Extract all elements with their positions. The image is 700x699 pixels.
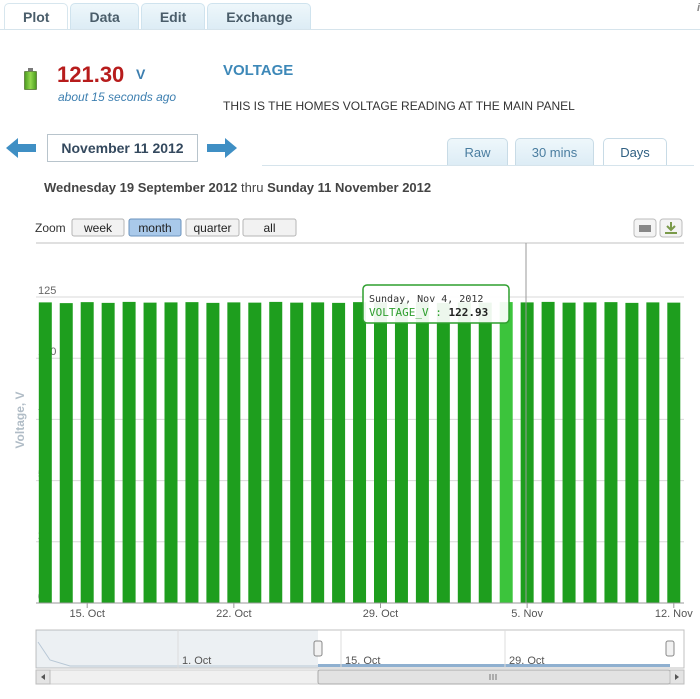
tab-bar: Plot Data Edit Exchange <box>4 3 313 30</box>
battery-icon <box>24 68 37 90</box>
data-bar[interactable] <box>332 302 346 603</box>
last-updated: about 15 seconds ago <box>58 90 177 104</box>
navigator-tick-label: 29. Oct <box>509 655 544 667</box>
arrow-left-icon[interactable] <box>6 138 36 158</box>
tab-plot[interactable]: Plot <box>4 3 69 30</box>
data-bar[interactable] <box>353 302 367 603</box>
range-start: Wednesday 19 September 2012 <box>44 180 238 195</box>
arrow-right-icon[interactable] <box>207 138 237 158</box>
x-tick-label: 5. Nov <box>511 608 543 620</box>
zoom-month-label: month <box>138 221 171 235</box>
data-bar[interactable] <box>562 302 576 603</box>
zoom-week-label: week <box>83 221 113 235</box>
view-30mins-button[interactable]: 30 mins <box>515 138 594 166</box>
data-bar[interactable] <box>646 302 660 603</box>
tooltip-value-line: VOLTAGE_V : 122.93 <box>369 306 488 319</box>
current-reading: 121.30 <box>57 62 125 87</box>
view-divider <box>262 165 694 166</box>
feed-title: VOLTAGE <box>223 62 294 79</box>
data-bar[interactable] <box>80 302 94 603</box>
tab-exchange[interactable]: Exchange <box>207 3 312 30</box>
reading-unit: V <box>136 66 146 82</box>
x-tick-label: 29. Oct <box>363 608 398 620</box>
data-bar[interactable] <box>311 302 325 603</box>
data-bar[interactable] <box>457 302 471 603</box>
scrollbar-thumb[interactable] <box>317 669 671 685</box>
data-bar[interactable] <box>269 301 283 603</box>
data-bar[interactable] <box>541 301 555 603</box>
print-icon <box>639 225 651 232</box>
data-bar[interactable] <box>248 302 262 603</box>
data-bar[interactable] <box>101 302 115 603</box>
data-bar[interactable] <box>478 302 492 603</box>
data-bar[interactable] <box>206 302 220 603</box>
y-axis-title: Voltage, V <box>13 391 27 448</box>
tab-data[interactable]: Data <box>70 3 139 30</box>
data-bar[interactable] <box>499 302 513 603</box>
data-bar[interactable] <box>38 302 52 603</box>
x-tick-label: 12. Nov <box>655 608 693 620</box>
tab-edit[interactable]: Edit <box>140 3 206 30</box>
navigator-right-handle[interactable] <box>665 640 675 657</box>
navigator-tick-label: 1. Oct <box>182 655 211 667</box>
tooltip-date: Sunday, Nov 4, 2012 <box>369 294 483 305</box>
y-tick-label: 125 <box>38 285 56 297</box>
data-bar[interactable] <box>520 302 534 603</box>
data-bar[interactable] <box>185 302 199 603</box>
voltage-chart[interactable]: Zoomweekmonthquarterall0255075100125Volt… <box>0 210 700 699</box>
tab-divider <box>0 29 700 30</box>
x-tick-label: 15. Oct <box>69 608 104 620</box>
data-bar[interactable] <box>667 302 681 603</box>
navigator-left-handle[interactable] <box>313 640 323 657</box>
data-bar[interactable] <box>583 302 597 603</box>
data-bar[interactable] <box>394 302 408 603</box>
date-range: Wednesday 19 September 2012 thru Sunday … <box>44 180 431 195</box>
tooltip-series-name: VOLTAGE_V : <box>369 306 448 319</box>
data-bar[interactable] <box>122 301 136 603</box>
data-bar[interactable] <box>436 302 450 603</box>
navigator-mask-left <box>36 630 318 668</box>
range-end: Sunday 11 November 2012 <box>267 180 432 195</box>
data-bar[interactable] <box>227 302 241 603</box>
data-bar[interactable] <box>59 303 73 603</box>
view-days-button[interactable]: Days <box>603 138 667 166</box>
data-bar[interactable] <box>164 302 178 603</box>
x-tick-label: 22. Oct <box>216 608 251 620</box>
tooltip-value: 122.93 <box>448 306 488 319</box>
feed-description: THIS IS THE HOMES VOLTAGE READING AT THE… <box>223 99 575 113</box>
current-date-display[interactable]: November 11 2012 <box>47 134 198 162</box>
zoom-all-label: all <box>263 221 275 235</box>
data-bar[interactable] <box>374 302 387 603</box>
data-bar[interactable] <box>290 302 304 603</box>
range-separator: thru <box>241 180 264 195</box>
data-bar[interactable] <box>415 302 429 603</box>
data-bar[interactable] <box>604 302 618 603</box>
data-bar[interactable] <box>143 302 157 603</box>
navigator-tick-label: 15. Oct <box>345 655 380 667</box>
view-raw-button[interactable]: Raw <box>447 138 508 166</box>
zoom-quarter-label: quarter <box>193 221 231 235</box>
data-bar[interactable] <box>625 302 639 603</box>
zoom-label: Zoom <box>35 221 66 235</box>
